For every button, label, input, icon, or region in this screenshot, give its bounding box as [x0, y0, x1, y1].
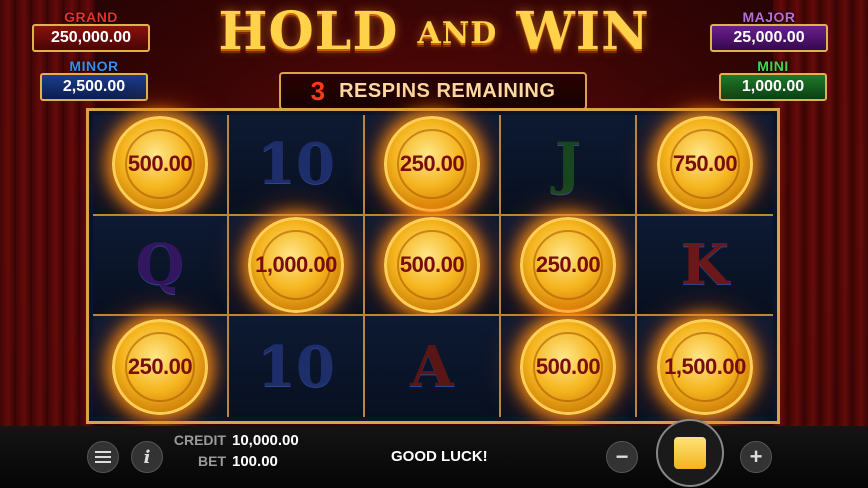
coin-value: 250.00	[399, 151, 465, 177]
reel-cell: 10	[229, 115, 365, 216]
jackpot-major-value: 25,000.00	[710, 24, 828, 52]
reel-cell: 1,500.00	[637, 316, 773, 417]
jackpot-mini: MINI 1,000.00	[719, 59, 827, 101]
jackpot-minor: MINOR 2,500.00	[40, 59, 148, 101]
increase-bet-button[interactable]: +	[740, 441, 772, 473]
respins-banner: 3 RESPINS REMAINING	[279, 72, 587, 110]
jackpot-minor-value: 2,500.00	[40, 73, 148, 101]
credit-label: CREDIT	[173, 432, 226, 448]
ten-symbol: 10	[257, 333, 335, 400]
reel-cell: 250.00	[93, 316, 229, 417]
reel-cell: 500.00	[93, 115, 229, 216]
bottom-bar: i CREDIT 10,000.00 BET 100.00 GOOD LUCK! −…	[0, 419, 868, 488]
stop-spin-button[interactable]	[656, 419, 724, 487]
reel-grid: 500.00 10 250.00 J 750.00 Q 1,000.00 500.00 250.…	[93, 115, 773, 417]
reel-cell: 750.00	[637, 115, 773, 216]
queen-symbol: Q	[135, 231, 185, 298]
hamburger-menu-icon[interactable]	[87, 441, 119, 473]
coin-icon: 250.00	[112, 318, 208, 415]
ace-symbol: A	[410, 333, 454, 400]
credit-value: 10,000.00	[232, 432, 299, 449]
coin-value: 500.00	[399, 251, 465, 277]
reel-cell: 1,000.00	[229, 215, 365, 317]
reel-cell: A	[365, 316, 501, 417]
jackpot-minor-label: MINOR	[69, 58, 119, 74]
jackpot-grand: GRAND 250,000.00	[32, 10, 150, 52]
bet-value: 100.00	[232, 453, 278, 470]
coin-icon: 500.00	[112, 116, 208, 213]
reel-grid-frame: 500.00 10 250.00 J 750.00 Q 1,000.00 500.00 250.…	[86, 108, 780, 424]
coin-icon: 250.00	[384, 116, 480, 213]
king-symbol: K	[680, 231, 730, 298]
reel-cell: 500.00	[501, 316, 637, 417]
jackpot-mini-label: MINI	[757, 58, 789, 74]
reel-cell: 250.00	[365, 115, 501, 216]
jack-symbol: J	[554, 131, 582, 198]
coin-icon: 500.00	[384, 216, 480, 313]
jackpot-major: MAJOR 25,000.00	[710, 10, 828, 52]
info-icon[interactable]: i	[131, 441, 163, 473]
coin-value: 250.00	[127, 353, 193, 379]
bet-label: BET	[198, 453, 226, 469]
coin-value: 500.00	[535, 353, 601, 379]
coin-icon: 1,500.00	[657, 318, 753, 415]
ten-symbol: 10	[257, 131, 335, 198]
coin-icon: 500.00	[520, 318, 616, 415]
decrease-bet-button[interactable]: −	[606, 441, 638, 473]
coin-value: 1,000.00	[255, 251, 337, 277]
jackpot-major-label: MAJOR	[742, 9, 796, 25]
jackpot-mini-value: 1,000.00	[719, 73, 827, 101]
reel-cell: 500.00	[365, 215, 501, 317]
respins-count: 3	[310, 75, 326, 106]
jackpot-grand-value: 250,000.00	[32, 24, 150, 52]
coin-icon: 1,000.00	[248, 216, 344, 313]
status-message: GOOD LUCK!	[391, 448, 488, 465]
jackpot-grand-label: GRAND	[64, 9, 118, 25]
coin-value: 250.00	[535, 251, 601, 277]
coin-icon: 750.00	[657, 116, 753, 213]
reel-cell: K	[637, 215, 773, 317]
reel-cell: J	[501, 115, 637, 216]
reel-cell: 250.00	[501, 215, 637, 317]
stop-square-icon	[674, 437, 706, 469]
coin-value: 1,500.00	[664, 353, 746, 379]
credit-bet-panel: CREDIT 10,000.00 BET 100.00	[172, 430, 299, 472]
coin-value: 750.00	[672, 151, 738, 177]
coin-icon: 250.00	[520, 216, 616, 313]
reel-cell: Q	[93, 215, 229, 317]
coin-value: 500.00	[127, 151, 193, 177]
respins-text: RESPINS REMAINING	[339, 79, 556, 102]
reel-cell: 10	[229, 316, 365, 417]
